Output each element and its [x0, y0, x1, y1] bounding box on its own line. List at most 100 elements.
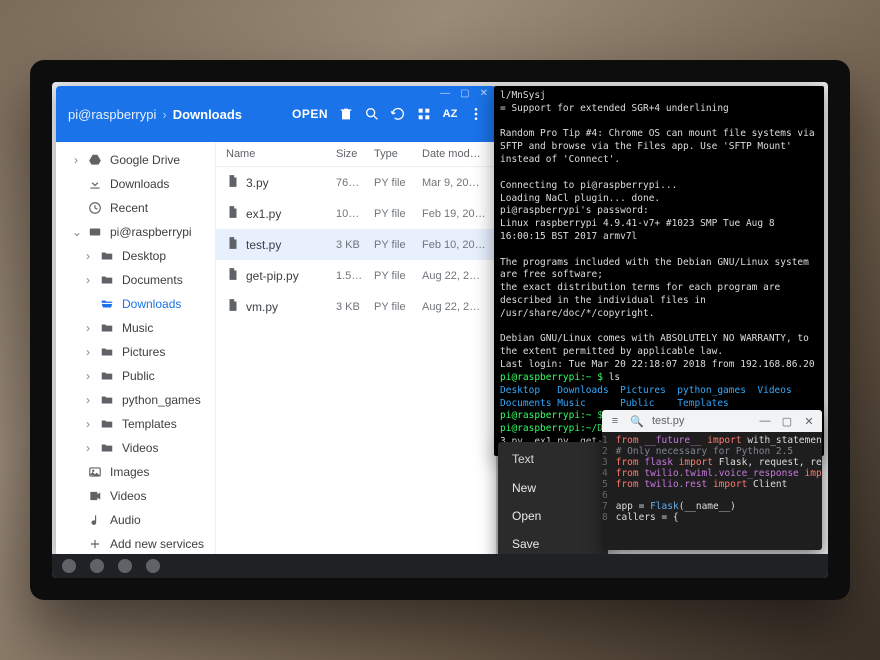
sidebar-item-downloads[interactable]: Downloads	[56, 172, 215, 196]
maximize-icon[interactable]: ▢	[460, 88, 469, 99]
file-icon	[226, 298, 240, 315]
file-name: ex1.py	[246, 207, 281, 221]
file-date: Aug 22, 2…	[422, 270, 486, 282]
col-date[interactable]: Date mod…	[422, 148, 486, 160]
sidebar-item-templates[interactable]: ›Templates	[56, 412, 215, 436]
chevron-right-icon: ›	[162, 107, 166, 122]
taskbar-app-icon[interactable]	[146, 559, 160, 573]
sort-icon[interactable]: AZ	[442, 106, 458, 122]
file-size: 3 KB	[336, 239, 374, 251]
chevron-icon: ›	[84, 441, 92, 455]
sidebar: ›Google DriveDownloadsRecent⌄pi@raspberr…	[56, 142, 216, 556]
editor-gutter: 12345678	[602, 432, 612, 550]
launcher-icon[interactable]	[62, 559, 76, 573]
editor-code[interactable]: from __future__ import with_statement # …	[612, 432, 822, 550]
minimize-icon[interactable]: —	[440, 88, 450, 99]
files-toolbar: pi@raspberrypi › Downloads OPEN AZ	[56, 86, 496, 142]
file-name: 3.py	[246, 176, 269, 190]
videos-icon	[88, 489, 102, 503]
sidebar-item-public[interactable]: › Public	[56, 364, 215, 388]
sidebar-item-pi-raspberrypi[interactable]: ⌄pi@raspberrypi	[56, 220, 215, 244]
breadcrumb: pi@raspberrypi › Downloads	[68, 107, 282, 122]
sidebar-item-label: Desktop	[122, 249, 166, 263]
chevron-icon: ›	[84, 393, 92, 407]
table-row[interactable]: get-pip.py1.5…PY fileAug 22, 2…	[216, 260, 496, 291]
sidebar-item-google-drive[interactable]: ›Google Drive	[56, 148, 215, 172]
file-list-header: Name Size Type Date mod…	[216, 142, 496, 167]
menu-item-open[interactable]: Open	[498, 502, 608, 530]
sidebar-item-label: Downloads	[122, 297, 181, 311]
sidebar-item-label: Music	[122, 321, 153, 335]
chevron-icon: ›	[84, 369, 92, 383]
file-date: Mar 9, 20…	[422, 177, 486, 189]
chevron-icon: ›	[84, 345, 92, 359]
more-icon[interactable]	[468, 106, 484, 122]
breadcrumb-root[interactable]: pi@raspberrypi	[68, 107, 156, 122]
taskbar-app-icon[interactable]	[90, 559, 104, 573]
terminal-output: l/MnSysj = Support for extended SGR+4 un…	[500, 90, 818, 456]
sidebar-item-add-new-services[interactable]: Add new services	[56, 532, 215, 556]
refresh-icon[interactable]	[390, 106, 406, 122]
file-date: Feb 19, 20…	[422, 208, 486, 220]
folder-icon	[100, 321, 114, 335]
file-icon	[226, 205, 240, 222]
sidebar-item-videos[interactable]: Videos	[56, 484, 215, 508]
menu-icon[interactable]: ≡	[608, 415, 622, 427]
sidebar-item-images[interactable]: Images	[56, 460, 215, 484]
chevron-icon: ⌄	[72, 225, 80, 239]
folder-icon	[100, 417, 114, 431]
taskbar-app-icon[interactable]	[118, 559, 132, 573]
table-row[interactable]: 3.py76…PY fileMar 9, 20…	[216, 167, 496, 198]
file-name: test.py	[246, 238, 281, 252]
sidebar-item-python-games[interactable]: › python_games	[56, 388, 215, 412]
file-name: get-pip.py	[246, 269, 299, 283]
file-type: PY file	[374, 270, 422, 282]
file-list: Name Size Type Date mod… 3.py76…PY fileM…	[216, 142, 496, 556]
sidebar-item-recent[interactable]: Recent	[56, 196, 215, 220]
sidebar-item-downloads[interactable]: Downloads	[56, 292, 215, 316]
sidebar-item-videos[interactable]: ›Videos	[56, 436, 215, 460]
chevron-icon: ›	[84, 417, 92, 431]
chevron-icon: ›	[84, 321, 92, 335]
sidebar-item-label: python_games	[122, 393, 201, 407]
file-size: 3 KB	[336, 301, 374, 313]
sidebar-item-label: Videos	[110, 489, 146, 503]
sidebar-item-label: Public	[122, 369, 155, 383]
menu-item-new[interactable]: New	[498, 474, 608, 502]
sidebar-item-documents[interactable]: ›Documents	[56, 268, 215, 292]
minimize-icon[interactable]: —	[758, 415, 772, 427]
sidebar-item-audio[interactable]: Audio	[56, 508, 215, 532]
table-row[interactable]: vm.py 3 KBPY fileAug 22, 2…	[216, 291, 496, 322]
col-size[interactable]: Size	[336, 148, 374, 160]
search-icon[interactable]: 🔍	[630, 415, 644, 428]
table-row[interactable]: ex1.py10…PY fileFeb 19, 20…	[216, 198, 496, 229]
folder-icon	[100, 345, 114, 359]
add-icon	[88, 537, 102, 551]
file-name: vm.py	[246, 300, 278, 314]
table-row[interactable]: test.py3 KBPY fileFeb 10, 20…	[216, 229, 496, 260]
folder-icon	[100, 441, 114, 455]
delete-icon[interactable]	[338, 106, 354, 122]
open-button[interactable]: OPEN	[292, 107, 328, 121]
gdrive-icon	[88, 153, 102, 167]
files-window: — ▢ ✕ pi@raspberrypi › Downloads OPEN AZ…	[56, 86, 496, 556]
taskbar	[52, 554, 828, 578]
file-icon	[226, 174, 240, 191]
laptop-frame: — ▢ ✕ pi@raspberrypi › Downloads OPEN AZ…	[30, 60, 850, 600]
close-icon[interactable]: ✕	[480, 88, 488, 99]
col-type[interactable]: Type	[374, 148, 422, 160]
view-toggle-icon[interactable]	[416, 106, 432, 122]
sidebar-item-pictures[interactable]: ›Pictures	[56, 340, 215, 364]
file-type: PY file	[374, 301, 422, 313]
folder-icon	[100, 393, 114, 407]
maximize-icon[interactable]: ▢	[780, 415, 794, 428]
search-icon[interactable]	[364, 106, 380, 122]
close-icon[interactable]: ✕	[802, 415, 816, 428]
terminal-window[interactable]: l/MnSysj = Support for extended SGR+4 un…	[494, 86, 824, 456]
file-type: PY file	[374, 239, 422, 251]
file-date: Aug 22, 2…	[422, 301, 486, 313]
sidebar-item-music[interactable]: › Music	[56, 316, 215, 340]
sidebar-item-desktop[interactable]: ›Desktop	[56, 244, 215, 268]
editor-title: test.py	[652, 415, 684, 427]
col-name[interactable]: Name	[226, 148, 336, 160]
